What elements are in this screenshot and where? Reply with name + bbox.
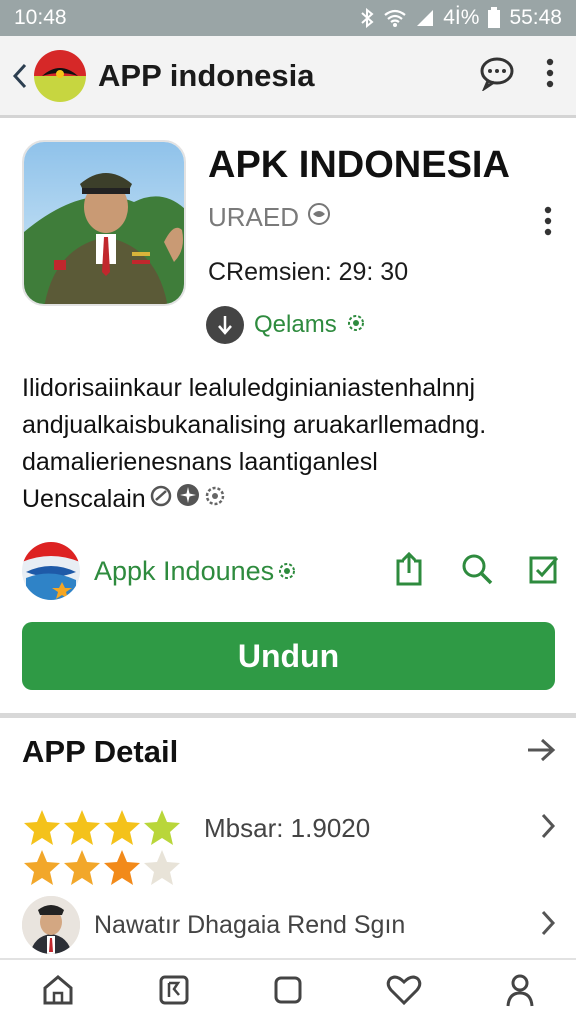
description-line-last: Uenscalain: [22, 481, 562, 518]
sparkle-icon: [176, 481, 200, 518]
edit-check-icon[interactable]: [528, 553, 560, 590]
description-line: Uenscalain: [22, 485, 146, 513]
verified-gear-icon: [278, 556, 296, 587]
gear-icon: [204, 481, 226, 518]
search-icon[interactable]: [460, 552, 494, 591]
secondary-stars: [22, 848, 182, 888]
developer-logo[interactable]: [22, 542, 80, 600]
app-subtitle-row: URAED: [208, 202, 331, 233]
rating-text: Mbsar: 1.9020: [204, 812, 371, 843]
chevron-right-icon[interactable]: [540, 909, 556, 942]
developer-name: Appk Indounes: [94, 555, 275, 586]
description-line: andjualkaisbukanalising aruakarllemadng.: [22, 411, 487, 439]
status-time: 10:48: [14, 6, 67, 29]
square-icon[interactable]: [273, 975, 303, 1010]
person-icon[interactable]: [505, 973, 535, 1012]
battery-percent: 4İ%: [443, 6, 480, 29]
status-clock-right: 55:48: [509, 6, 562, 29]
home-icon[interactable]: [41, 974, 75, 1011]
back-button[interactable]: [8, 62, 32, 90]
battery-icon: [487, 7, 501, 29]
download-label: Qelams: [254, 311, 337, 338]
chat-icon[interactable]: [478, 55, 516, 96]
heart-icon[interactable]: [386, 974, 422, 1011]
description-line: damalierienesnans laantiganlesl: [22, 448, 378, 476]
detail-title: APP Detail: [22, 734, 179, 769]
badge-icon: [307, 202, 331, 233]
library-icon[interactable]: [158, 974, 190, 1011]
download-row[interactable]: Qelams: [206, 306, 365, 344]
rating-stars: [24, 810, 180, 845]
app-icon-image: [22, 140, 186, 306]
status-bar: 10:48 4İ% 55:48: [0, 0, 576, 36]
signal-icon: [415, 8, 435, 28]
developer-name-row[interactable]: Appk Indounes: [94, 556, 296, 587]
app-bar: APP indonesia: [0, 36, 576, 118]
bottom-navigation: [0, 958, 576, 1024]
section-divider: [0, 713, 576, 718]
review-row[interactable]: Nawatır Dhagaia Rend Sgın: [22, 894, 556, 956]
app-subtitle: URAED: [208, 202, 300, 232]
gear-badge-icon: [347, 314, 365, 337]
detail-header[interactable]: APP Detail: [22, 734, 556, 770]
app-logo: [34, 49, 86, 102]
download-icon[interactable]: [206, 306, 244, 344]
more-vert-icon[interactable]: [546, 58, 554, 93]
status-indicators: 4İ% 55:48: [359, 6, 562, 30]
chevron-right-icon[interactable]: [540, 812, 556, 845]
app-bar-actions: [478, 55, 554, 96]
description-line: Ilidorisaiinkaur lealuledginianiastenhal…: [22, 374, 476, 402]
developer-row: Appk Indounes: [0, 536, 576, 606]
reviewer-avatar: [22, 896, 80, 954]
app-description: Ilidorisaiinkaur lealuledginianiastenhal…: [22, 370, 562, 518]
app-version: CRemsien: 29: 30: [208, 258, 409, 286]
developer-actions: [392, 551, 560, 592]
wifi-icon: [383, 8, 407, 28]
install-button[interactable]: Undun: [22, 622, 555, 690]
app-bar-title: APP indonesia: [98, 57, 315, 93]
share-icon[interactable]: [392, 551, 426, 592]
review-text: Nawatır Dhagaia Rend Sgın: [94, 910, 406, 939]
app-title: APK INDONESIA: [208, 144, 510, 186]
leaf-icon: [150, 481, 172, 518]
arrow-right-icon[interactable]: [526, 737, 556, 768]
back-icon: [12, 63, 27, 88]
bluetooth-icon: [359, 8, 375, 28]
app-more-icon[interactable]: [544, 206, 552, 241]
